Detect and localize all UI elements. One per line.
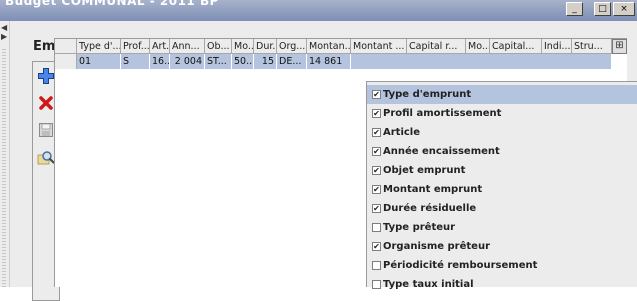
checkbox-unchecked-icon[interactable] [372, 261, 381, 270]
column-header[interactable]: Mo... [466, 39, 490, 54]
window-titlebar[interactable]: Budget COMMUNAL - 2011 BP _ □ × [0, 0, 637, 21]
column-header[interactable]: Art... [150, 39, 170, 54]
table-cell[interactable] [351, 54, 612, 69]
table-cell[interactable]: 50... [232, 54, 254, 69]
column-header[interactable]: Capital r... [407, 39, 466, 54]
checkbox-checked-icon[interactable]: ✔ [372, 147, 381, 156]
row-header-corner [55, 39, 77, 54]
checkbox-unchecked-icon[interactable] [372, 223, 381, 232]
column-header[interactable]: Mo... [232, 39, 254, 54]
collapse-arrow-icon[interactable]: ◀ [1, 24, 7, 32]
column-chooser-icon: ⊞ [615, 40, 624, 51]
checkbox-checked-icon[interactable]: ✔ [372, 242, 381, 251]
table-cell[interactable]: 16... [150, 54, 170, 69]
column-header[interactable]: Indi... [542, 39, 572, 54]
splitter-grip[interactable] [2, 47, 6, 287]
checkbox-checked-icon[interactable]: ✔ [372, 204, 381, 213]
cross-icon [39, 96, 53, 110]
menu-item-annee-encaissement[interactable]: ✔ Année encaissement [367, 142, 637, 161]
minimize-button[interactable]: _ [566, 2, 583, 16]
column-header[interactable]: Ann... [170, 39, 205, 54]
window-title: Budget COMMUNAL - 2011 BP [5, 0, 219, 8]
checkbox-checked-icon[interactable]: ✔ [372, 185, 381, 194]
expand-arrow-icon[interactable]: ▶ [1, 33, 7, 41]
plus-icon [38, 68, 54, 84]
magnifier-icon [37, 151, 55, 165]
search-button[interactable] [36, 149, 56, 169]
splitter-strip[interactable]: ◀ ▶ [0, 21, 10, 287]
table-cell[interactable]: 01 [77, 54, 121, 69]
checkbox-checked-icon[interactable]: ✔ [372, 109, 381, 118]
menu-item-organisme-preteur[interactable]: ✔ Organisme prêteur [367, 237, 637, 256]
menu-item-type-emprunt[interactable]: ✔ Type d'emprunt [367, 85, 637, 104]
column-header[interactable]: Type d'... [77, 39, 121, 54]
table-cell[interactable]: 14 861 [307, 54, 351, 69]
menu-item-type-preteur[interactable]: Type prêteur [367, 218, 637, 237]
table-cell[interactable]: S [121, 54, 150, 69]
column-header[interactable]: Prof... [121, 39, 150, 54]
menu-item-objet-emprunt[interactable]: ✔ Objet emprunt [367, 161, 637, 180]
table-cell[interactable]: DE... [277, 54, 307, 69]
column-chooser-menu: ✔ Type d'emprunt ✔ Profil amortissement … [366, 81, 637, 290]
menu-item-article[interactable]: ✔ Article [367, 123, 637, 142]
maximize-button[interactable]: □ [594, 2, 611, 16]
column-header[interactable]: Stru... [572, 39, 612, 54]
delete-button[interactable] [36, 95, 56, 115]
table-cell[interactable]: ST... [205, 54, 232, 69]
table-cell[interactable]: 15 [254, 54, 277, 69]
menu-item-montant-emprunt[interactable]: ✔ Montant emprunt [367, 180, 637, 199]
close-window-button[interactable]: × [613, 2, 635, 16]
menu-item-periodicite-remboursement[interactable]: Périodicité remboursement [367, 256, 637, 275]
row-header[interactable] [55, 54, 77, 69]
checkbox-unchecked-icon[interactable] [372, 280, 381, 289]
add-button[interactable] [36, 67, 56, 87]
menu-item-duree-residuelle[interactable]: ✔ Durée résiduelle [367, 199, 637, 218]
table-cell[interactable]: 2 004 [170, 54, 205, 69]
checkbox-checked-icon[interactable]: ✔ [372, 128, 381, 137]
column-header[interactable]: Dur... [254, 39, 277, 54]
floppy-disk-icon [39, 123, 53, 137]
column-header[interactable]: Org... [277, 39, 307, 54]
column-header[interactable]: Montant ... [351, 39, 407, 54]
column-header[interactable]: Montan... [307, 39, 351, 54]
column-header[interactable]: Ob... [205, 39, 232, 54]
column-header[interactable]: Capital... [490, 39, 542, 54]
checkbox-checked-icon[interactable]: ✔ [372, 166, 381, 175]
column-chooser-button[interactable]: ⊞ [612, 39, 627, 54]
save-button[interactable] [36, 122, 56, 142]
menu-item-type-taux-initial[interactable]: Type taux initial [367, 275, 637, 294]
menu-item-profil-amortissement[interactable]: ✔ Profil amortissement [367, 104, 637, 123]
checkbox-checked-icon[interactable]: ✔ [372, 90, 381, 99]
